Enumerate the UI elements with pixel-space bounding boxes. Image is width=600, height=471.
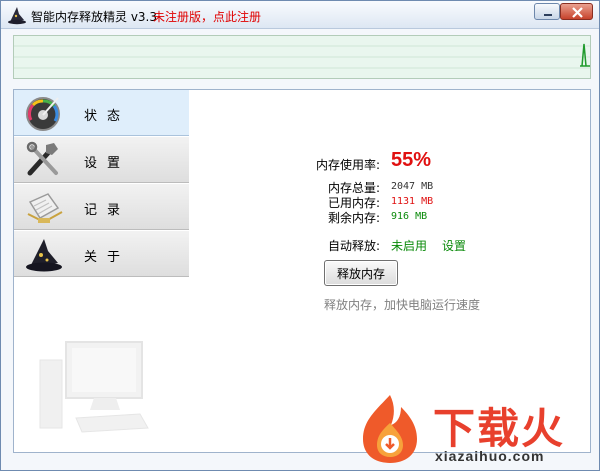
wizard-hat-icon <box>26 239 62 272</box>
sidebar-item-settings[interactable]: 设置 <box>14 137 189 183</box>
graph-usage-line <box>581 43 587 67</box>
sidebar-item-status[interactable]: 状态 <box>14 90 189 136</box>
window-title: 智能内存释放精灵 v3.3 <box>31 10 158 24</box>
minimize-icon <box>544 14 552 16</box>
sidebar-item-log[interactable]: 记录 <box>14 184 189 230</box>
close-button[interactable] <box>560 3 593 20</box>
brand-domain: xiazaihuo.com <box>435 448 545 464</box>
register-link[interactable]: 未注册版，点此注册 <box>153 8 261 25</box>
auto-release-status: 未启用 <box>391 239 428 253</box>
auto-release-settings-link[interactable]: 设置 <box>442 237 466 254</box>
minimize-button[interactable] <box>534 3 560 20</box>
sidebar-item-label: 关于 <box>84 250 131 265</box>
sidebar: 状态 设置 记录 关于 <box>13 89 190 453</box>
close-icon <box>572 7 583 18</box>
memory-usage-graph <box>13 35 591 79</box>
wizard-hat-icon <box>8 7 26 25</box>
memory-usage-label: 内存使用率: <box>316 158 381 172</box>
sidebar-item-label: 记录 <box>84 203 131 218</box>
sidebar-item-about[interactable]: 关于 <box>14 231 189 277</box>
total-memory-value: 2047 MB <box>391 181 434 192</box>
computer-icon <box>39 341 149 433</box>
flame-logo-icon <box>363 395 417 463</box>
speedometer-icon <box>26 97 60 131</box>
log-icon <box>27 193 63 224</box>
graph-grid <box>14 43 590 69</box>
sidebar-item-label: 设置 <box>84 156 131 171</box>
free-memory-label: 剩余内存: <box>328 211 381 225</box>
tools-icon <box>26 141 58 176</box>
brand-watermark: 下载火 xiazaihuo.com <box>351 393 600 471</box>
app-window: 智能内存释放精灵 v3.3 未注册版，点此注册 状态 设置 记录 关于 内存使用… <box>0 0 600 471</box>
release-hint: 释放内存，加快电脑运行速度 <box>324 298 481 312</box>
brand-name: 下载火 <box>433 404 566 453</box>
auto-release-label: 自动释放: <box>328 239 381 253</box>
release-memory-button[interactable]: 释放内存 <box>324 260 398 286</box>
used-memory-value: 1131 MB <box>391 196 434 207</box>
memory-usage-value: 55% <box>391 149 432 171</box>
free-memory-value: 916 MB <box>391 211 428 222</box>
sidebar-item-label: 状态 <box>84 109 131 124</box>
title-bar[interactable]: 智能内存释放精灵 v3.3 未注册版，点此注册 <box>1 1 599 29</box>
